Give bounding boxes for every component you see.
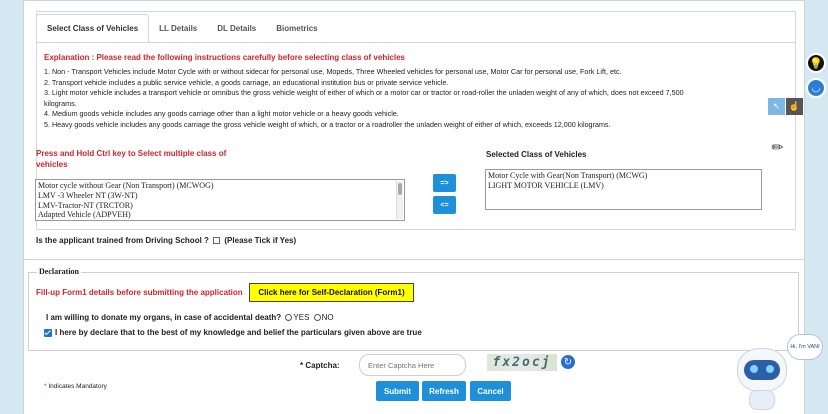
remove-class-button[interactable]: <= xyxy=(433,196,456,214)
declaration-row: I here by declare that to the best of my… xyxy=(44,328,422,337)
list-item[interactable]: Adapted Vehicle (ADPVEH) xyxy=(38,210,402,220)
self-declaration-button[interactable]: Click here for Self-Declaration (Form1) xyxy=(249,283,414,302)
tab-bar: Select Class of Vehicles LL Details DL D… xyxy=(36,14,328,43)
driving-school-question: Is the applicant trained from Driving Sc… xyxy=(36,236,209,245)
hand-pointer-icon[interactable]: ☝ xyxy=(786,98,803,115)
instruction-item: 2. Transport vehicle includes a public s… xyxy=(44,77,449,87)
organ-no-radio[interactable] xyxy=(313,314,321,322)
selected-classes-list[interactable]: Motor Cycle with Gear(Non Transport) (MC… xyxy=(485,169,762,210)
tab-ll-details[interactable]: LL Details xyxy=(149,14,207,43)
selected-classes-title: Selected Class of Vehicles xyxy=(486,150,587,159)
declaration-checkbox[interactable] xyxy=(44,328,52,337)
list-item[interactable]: LIGHT MOTOR VEHICLE (LMV) xyxy=(488,181,759,191)
organ-donation-row: I am willing to donate my organs, in cas… xyxy=(46,313,334,322)
chat-side-icon[interactable]: ◡ xyxy=(806,78,826,98)
captcha-refresh-icon[interactable]: ↻ xyxy=(561,355,575,369)
captcha-image: fx2ocj xyxy=(487,354,557,371)
cancel-button[interactable]: Cancel xyxy=(470,381,511,401)
tab-biometrics[interactable]: Biometrics xyxy=(266,14,327,43)
instructions-list: 1. Non - Transport Vehicles include Moto… xyxy=(44,67,784,131)
bulb-icon[interactable]: 💡 xyxy=(806,53,826,73)
available-classes-list[interactable]: Motor cycle without Gear (Non Transport)… xyxy=(35,179,405,221)
driving-school-hint: (Please Tick if Yes) xyxy=(224,236,297,245)
bot-eye xyxy=(750,365,758,373)
organ-donation-question: I am willing to donate my organs, in cas… xyxy=(46,313,282,322)
instruction-item: 5. Heavy goods vehicle includes any good… xyxy=(44,119,611,129)
list-item[interactable]: LMV-Tractor-NT (TRCTOR) xyxy=(38,201,402,211)
bot-body xyxy=(749,390,775,410)
section-divider xyxy=(23,259,805,260)
list-item[interactable]: LMV -3 Wheeler NT (3W-NT) xyxy=(38,191,402,201)
submit-button[interactable]: Submit xyxy=(376,381,419,401)
instruction-item: 3. Light motor vehicle includes a transp… xyxy=(44,88,684,98)
declaration-legend: Declaration xyxy=(37,267,81,276)
list-item[interactable]: Motor cycle without Gear (Non Transport)… xyxy=(38,181,402,191)
driving-school-row: Is the applicant trained from Driving Sc… xyxy=(36,236,296,245)
tab-select-class[interactable]: Select Class of Vehicles xyxy=(36,14,150,43)
fillup-warning: Fill-up Form1 details before submitting … xyxy=(36,288,243,297)
bot-eye xyxy=(766,365,774,373)
mandatory-note: * Indicates Mandatory xyxy=(44,383,107,390)
scrollbar-thumb[interactable] xyxy=(398,183,402,195)
mandatory-text: Indicates Mandatory xyxy=(48,383,107,390)
mandatory-star: * xyxy=(44,383,47,390)
captcha-label: * Captcha: xyxy=(300,361,340,370)
organ-yes-label: YES xyxy=(293,313,310,322)
top-border xyxy=(23,0,805,1)
ctrl-select-hint: Press and Hold Ctrl key to Select multip… xyxy=(36,149,227,169)
instruction-item: 1. Non - Transport Vehicles include Moto… xyxy=(44,67,622,76)
pointer-arrow-icon[interactable]: ↖ xyxy=(768,98,785,115)
refresh-button[interactable]: Refresh xyxy=(422,381,466,401)
organ-yes-radio[interactable] xyxy=(285,314,293,322)
instruction-item: kilograms. xyxy=(44,98,77,108)
list-item[interactable]: Motor Cycle with Gear(Non Transport) (MC… xyxy=(488,171,759,181)
declaration-text: I here by declare that to the best of my… xyxy=(55,328,422,337)
captcha-input[interactable] xyxy=(359,354,466,376)
tab-dl-details[interactable]: DL Details xyxy=(207,14,266,43)
list-scrollbar[interactable] xyxy=(396,181,403,219)
tab-divider xyxy=(36,42,796,43)
add-class-button[interactable]: => xyxy=(433,174,456,192)
chatbot-avatar[interactable] xyxy=(733,348,793,412)
organ-no-label: NO xyxy=(321,313,334,322)
driving-school-checkbox[interactable] xyxy=(213,237,221,245)
instruction-item: 4. Medium goods vehicle includes any goo… xyxy=(44,109,399,119)
explanation-title: Explanation : Please read the following … xyxy=(44,53,405,62)
